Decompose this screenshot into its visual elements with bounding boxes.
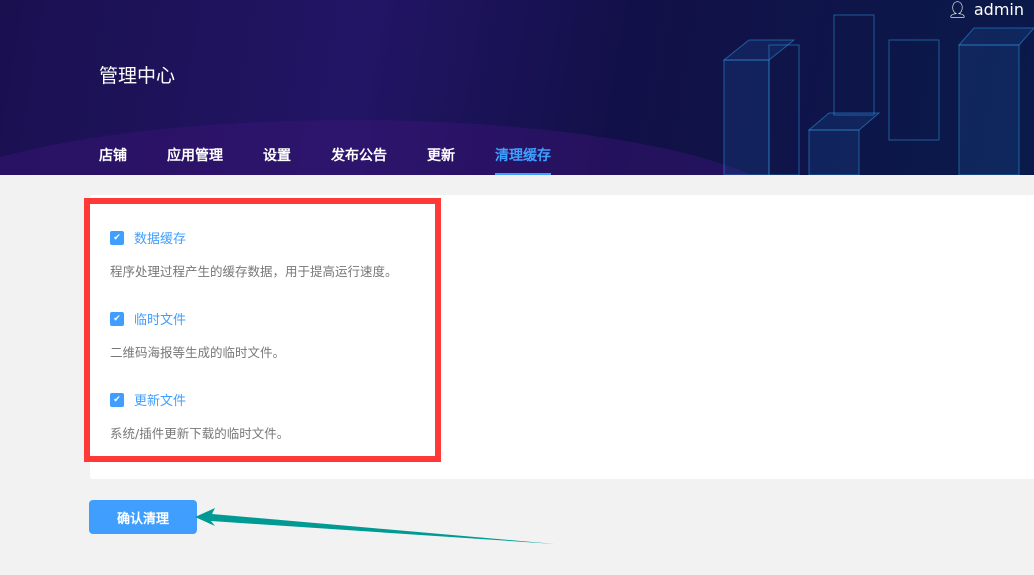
confirm-clear-button[interactable]: 确认清理 (89, 500, 197, 534)
page-title: 管理中心 (99, 65, 176, 87)
user-menu[interactable]: 👤︎ admin (948, 0, 1024, 19)
tab-app-management[interactable]: 应用管理 (167, 145, 223, 175)
annotation-arrow (195, 508, 555, 544)
tab-settings[interactable]: 设置 (263, 145, 291, 175)
user-icon: 👤︎ (947, 0, 968, 19)
username: admin (973, 0, 1024, 19)
banner-cubes-illustration (722, 14, 1034, 175)
annotation-highlight-box (84, 198, 441, 462)
tab-update[interactable]: 更新 (427, 145, 455, 175)
nav-tabs: 店铺 应用管理 设置 发布公告 更新 清理缓存 (99, 145, 591, 175)
tab-clear-cache[interactable]: 清理缓存 (495, 145, 551, 175)
header-banner: 👤︎ admin 管理中心 店铺 应用管理 设置 发布公告 更新 清理缓存 (0, 0, 1034, 175)
tab-store[interactable]: 店铺 (99, 145, 127, 175)
tab-announcement[interactable]: 发布公告 (331, 145, 387, 175)
